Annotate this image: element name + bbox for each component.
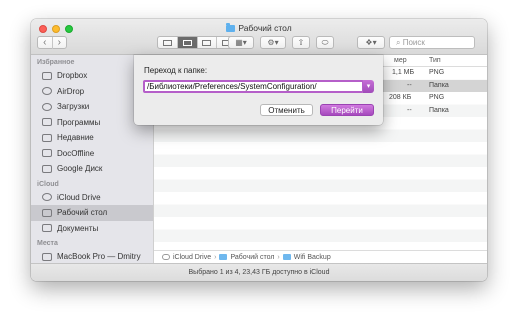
dropbox-icon bbox=[42, 71, 52, 80]
cloud-icon bbox=[162, 254, 170, 260]
list-view-icon bbox=[182, 39, 192, 46]
group-button[interactable]: ▦▾ bbox=[228, 36, 254, 49]
path-item-wifi-backup[interactable]: Wifi Backup bbox=[294, 254, 331, 261]
column-view-button[interactable] bbox=[196, 37, 217, 48]
window-title: Рабочий стол bbox=[31, 23, 487, 33]
cloud-icon bbox=[42, 193, 52, 202]
folder-icon bbox=[42, 149, 52, 158]
column-kind[interactable]: Тип bbox=[429, 57, 441, 64]
sidebar-item-recents[interactable]: Недавние bbox=[31, 130, 153, 146]
cancel-button[interactable]: Отменить bbox=[260, 104, 313, 116]
applications-icon bbox=[42, 118, 52, 127]
row-size: 208 КБ bbox=[389, 94, 412, 101]
list-view-button[interactable] bbox=[176, 37, 197, 48]
row-kind: PNG bbox=[429, 69, 445, 76]
row-size: 1,1 МБ bbox=[392, 69, 415, 76]
gear-icon: ⚙▾ bbox=[267, 38, 279, 47]
dropbox-icon: ❖▾ bbox=[365, 38, 377, 47]
grid-icon: ▦▾ bbox=[235, 38, 247, 47]
forward-icon[interactable]: › bbox=[51, 36, 67, 49]
share-button[interactable]: ⇧ bbox=[292, 36, 310, 49]
row-kind: Папка bbox=[429, 106, 449, 114]
search-icon: ⌕ bbox=[396, 38, 403, 47]
sidebar-item-macbook[interactable]: MacBook Pro — Dmitry bbox=[31, 249, 153, 263]
titlebar: Рабочий стол ‹ › ▦▾ ⚙▾ ⇧ ⬭ ❖▾ ⌕ Поиск bbox=[31, 19, 487, 55]
search-field[interactable]: ⌕ Поиск bbox=[389, 36, 475, 49]
tags-button[interactable]: ⬭ bbox=[316, 36, 334, 49]
tag-icon: ⬭ bbox=[321, 37, 329, 47]
laptop-icon bbox=[42, 252, 52, 261]
recents-icon bbox=[42, 133, 52, 142]
dropbox-button[interactable]: ❖▾ bbox=[357, 36, 385, 49]
sidebar-item-desktop[interactable]: Рабочий стол bbox=[31, 205, 153, 221]
chevron-down-icon[interactable]: ▾ bbox=[363, 80, 374, 93]
path-bar: iCloud Drive › Рабочий стол › Wifi Backu… bbox=[154, 250, 487, 263]
icon-view-icon bbox=[162, 39, 172, 46]
row-kind: PNG bbox=[429, 94, 445, 101]
folder-icon bbox=[42, 164, 52, 173]
sidebar-item-docoffline[interactable]: DocOffline bbox=[31, 146, 153, 162]
go-button[interactable]: Перейти bbox=[320, 104, 374, 116]
downloads-icon bbox=[42, 102, 52, 111]
desktop-icon bbox=[42, 208, 52, 217]
icon-view-button[interactable] bbox=[158, 37, 177, 48]
sidebar-item-documents[interactable]: Документы bbox=[31, 221, 153, 237]
folder-icon bbox=[282, 254, 291, 260]
status-bar: Выбрано 1 из 4, 23,43 ГБ доступно в iClo… bbox=[31, 263, 487, 281]
path-item-desktop[interactable]: Рабочий стол bbox=[230, 254, 274, 261]
dialog-label: Переход к папке: bbox=[144, 66, 208, 75]
chevron-right-icon: › bbox=[277, 253, 280, 261]
go-to-folder-dialog: Переход к папке: /Библиотеки/Preferences… bbox=[134, 55, 383, 125]
nav-buttons: ‹ › bbox=[37, 36, 67, 49]
column-view-icon bbox=[202, 39, 212, 46]
back-icon[interactable]: ‹ bbox=[38, 37, 52, 49]
chevron-right-icon: › bbox=[214, 253, 217, 261]
row-kind: Папка bbox=[429, 81, 449, 89]
sidebar-item-google-drive[interactable]: Google Диск bbox=[31, 161, 153, 177]
sidebar-section-places: Места bbox=[37, 240, 58, 247]
view-switcher bbox=[157, 36, 237, 49]
airdrop-icon bbox=[42, 87, 52, 96]
folder-icon bbox=[226, 23, 236, 32]
sidebar-section-icloud: iCloud bbox=[37, 180, 59, 188]
folder-icon bbox=[219, 254, 228, 260]
share-icon: ⇧ bbox=[297, 38, 305, 47]
action-button[interactable]: ⚙▾ bbox=[260, 36, 286, 49]
document-icon bbox=[42, 224, 52, 233]
column-size[interactable]: мер bbox=[394, 57, 407, 64]
sidebar-item-icloud-drive[interactable]: iCloud Drive bbox=[31, 190, 153, 206]
row-size: -- bbox=[407, 81, 412, 89]
path-input[interactable]: /Библиотеки/Preferences/SystemConfigurat… bbox=[143, 80, 364, 93]
path-item-icloud[interactable]: iCloud Drive bbox=[173, 254, 211, 261]
row-size: -- bbox=[407, 106, 412, 114]
